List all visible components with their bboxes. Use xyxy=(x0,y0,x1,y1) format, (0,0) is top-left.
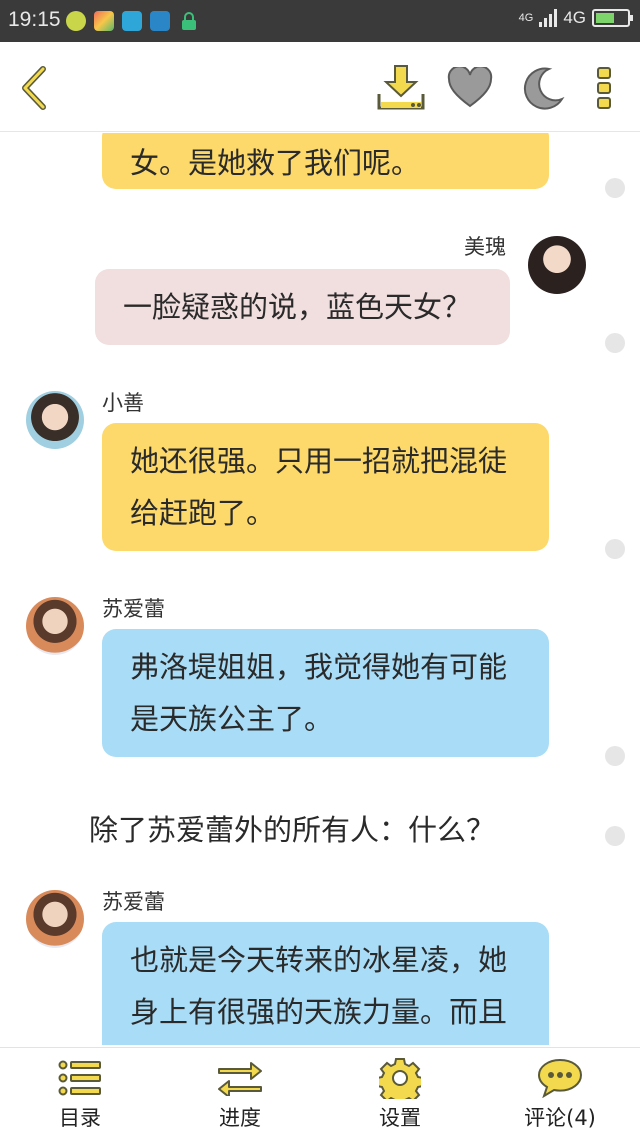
chevron-left-icon xyxy=(22,66,46,110)
signal-icon xyxy=(539,9,558,27)
message-comment-dot[interactable] xyxy=(605,826,625,846)
speaker-name: 美瑰 xyxy=(464,235,506,259)
moon-icon xyxy=(523,67,565,110)
message-comment-dot[interactable] xyxy=(605,333,625,353)
avatar-xiaoshan xyxy=(26,391,84,449)
speaker-name: 小善 xyxy=(102,391,144,415)
status-time: 19:15 xyxy=(8,8,61,31)
top-toolbar xyxy=(0,42,640,132)
network-small-label: 4G xyxy=(518,12,534,24)
nav-settings[interactable]: 设置 xyxy=(320,1048,480,1138)
bottom-nav: 目录 进度 设置 评论(4) xyxy=(0,1047,640,1138)
message-text-line: 弗洛堤姐姐，我觉得她有可能 xyxy=(130,650,508,684)
download-button[interactable] xyxy=(373,62,429,114)
message-text-line: 女。是她救了我们呢。 xyxy=(130,146,421,180)
message-comment-dot[interactable] xyxy=(605,178,625,198)
comment-icon xyxy=(537,1058,583,1098)
message-app-icon xyxy=(122,11,142,31)
list-icon xyxy=(57,1058,103,1098)
message-bubble: 也就是今天转来的冰星凌，她 身上有很强的天族力量。而且 xyxy=(102,922,549,1045)
message-text-line: 给赶跑了。 xyxy=(130,496,276,530)
download-icon xyxy=(377,65,425,110)
message-comment-dot[interactable] xyxy=(605,746,625,766)
message-bubble: 弗洛堤姐姐，我觉得她有可能 是天族公主了。 xyxy=(102,629,549,757)
speaker-name: 苏爱蕾 xyxy=(102,890,165,914)
narration-text: 除了苏爱蕾外的所有人：什么？ xyxy=(89,813,496,847)
message-text-line: 是天族公主了。 xyxy=(130,702,334,736)
avatar-meigui xyxy=(528,236,586,294)
nav-label: 进度 xyxy=(219,1106,261,1130)
favorite-button[interactable] xyxy=(444,62,496,114)
scan-app-icon xyxy=(150,11,170,31)
avatar-suailei xyxy=(26,597,84,655)
message-text-line: 一脸疑惑的说，蓝色天女？ xyxy=(123,290,472,324)
message-text-line: 身上有很强的天族力量。而且 xyxy=(130,995,508,1029)
nav-comments[interactable]: 评论(4) xyxy=(480,1048,640,1138)
night-mode-button[interactable] xyxy=(517,62,569,114)
message-bubble: 女。是她救了我们呢。 xyxy=(102,133,549,189)
heart-icon xyxy=(447,67,493,108)
message-text-line: 也就是今天转来的冰星凌，她 xyxy=(130,943,508,977)
nav-label: 设置 xyxy=(379,1106,421,1130)
message-bubble: 她还很强。只用一招就把混徒 给赶跑了。 xyxy=(102,423,549,551)
nav-catalog[interactable]: 目录 xyxy=(0,1048,160,1138)
game-app-icon xyxy=(66,11,86,31)
battery-icon xyxy=(592,9,633,27)
lock-icon xyxy=(180,11,200,31)
message-comment-dot[interactable] xyxy=(605,539,625,559)
swap-arrows-icon xyxy=(217,1058,263,1098)
message-bubble: 一脸疑惑的说，蓝色天女？ xyxy=(95,269,510,345)
back-button[interactable] xyxy=(8,62,60,114)
chat-area[interactable]: 女。是她救了我们呢。 美瑰 一脸疑惑的说，蓝色天女？ 小善 她还很强。只用一招就… xyxy=(0,133,640,1045)
status-bar: 19:15 4G 4G xyxy=(0,0,640,42)
status-right: 4G 4G xyxy=(518,8,633,28)
nav-label: 评论(4) xyxy=(524,1106,596,1130)
gear-icon xyxy=(377,1058,423,1099)
speaker-name: 苏爱蕾 xyxy=(102,597,165,621)
photo-app-icon xyxy=(94,11,114,31)
nav-progress[interactable]: 进度 xyxy=(160,1048,320,1138)
nav-label: 目录 xyxy=(59,1106,101,1130)
network-label: 4G xyxy=(563,8,586,27)
more-button[interactable] xyxy=(578,62,630,114)
message-text-line: 她还很强。只用一招就把混徒 xyxy=(130,444,508,478)
avatar-suailei xyxy=(26,890,84,948)
more-vertical-icon xyxy=(597,67,611,109)
